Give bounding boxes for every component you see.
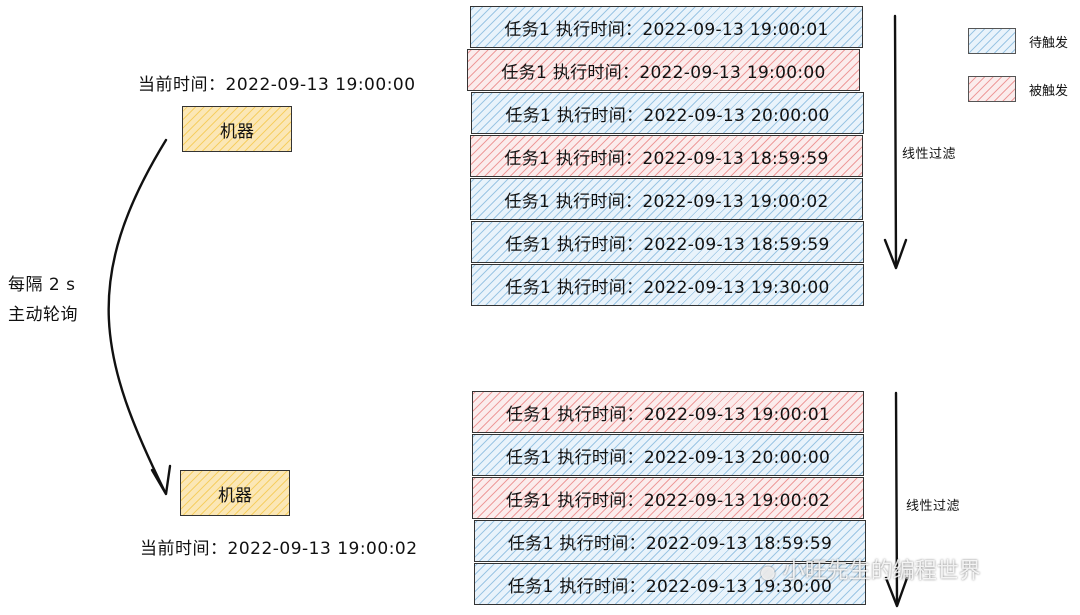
legend-pending-swatch: [968, 28, 1016, 54]
legend-pending-label: 待触发: [1029, 36, 1069, 51]
poll-arrow: [107, 138, 168, 494]
top-current-time: 当前时间：2022-09-13 19:00:00: [138, 75, 416, 95]
top-task-row: 任务1 执行时间：2022-09-13 19:30:00: [471, 264, 864, 306]
legend-fired-label: 被触发: [1029, 84, 1069, 99]
watermark-text: 小旺先生的编程世界: [782, 559, 981, 584]
bottom-filter-label: 线性过滤: [906, 499, 961, 514]
bottom-task-label: 任务1 执行时间：2022-09-13 19:00:02: [505, 490, 831, 511]
legend-fired-swatch: [968, 76, 1016, 102]
top-task-row: 任务1 执行时间：2022-09-13 19:00:02: [470, 178, 863, 220]
bottom-task-label: 任务1 执行时间：2022-09-13 20:00:00: [505, 447, 831, 468]
bottom-task-label: 任务1 执行时间：2022-09-13 19:00:01: [505, 404, 831, 425]
poll-interval-label: 每隔 2 s: [8, 275, 76, 295]
top-task-row: 任务1 执行时间：2022-09-13 19:00:00: [467, 49, 860, 91]
top-filter-label: 线性过滤: [902, 147, 957, 162]
top-task-label: 任务1 执行时间：2022-09-13 18:59:59: [505, 234, 830, 255]
bottom-task-label: 任务1 执行时间：2022-09-13 18:59:59: [507, 533, 833, 554]
bottom-current-time: 当前时间：2022-09-13 19:00:02: [140, 539, 418, 559]
wechat-icon: ●: [760, 562, 776, 583]
top-task-label: 任务1 执行时间：2022-09-13 18:59:59: [504, 148, 829, 169]
bottom-task-row: 任务1 执行时间：2022-09-13 19:00:01: [472, 391, 864, 433]
top-task-row: 任务1 执行时间：2022-09-13 18:59:59: [471, 221, 864, 263]
top-filter-arrow: [893, 14, 898, 268]
top-task-label: 任务1 执行时间：2022-09-13 19:30:00: [505, 277, 830, 298]
top-task-row: 任务1 执行时间：2022-09-13 19:00:01: [470, 6, 863, 48]
poll-mode-label: 主动轮询: [8, 305, 78, 325]
top-task-label: 任务1 执行时间：2022-09-13 19:00:00: [501, 62, 826, 83]
top-task-row: 任务1 执行时间：2022-09-13 20:00:00: [471, 92, 864, 134]
top-machine-label: 机器: [220, 121, 254, 142]
top-task-label: 任务1 执行时间：2022-09-13 20:00:00: [505, 105, 830, 126]
bottom-task-row: 任务1 执行时间：2022-09-13 20:00:00: [472, 434, 864, 476]
bottom-machine-box: 机器: [180, 470, 290, 516]
bottom-task-row: 任务1 执行时间：2022-09-13 19:00:02: [472, 477, 864, 519]
bottom-machine-label: 机器: [218, 485, 252, 506]
top-task-label: 任务1 执行时间：2022-09-13 19:00:02: [504, 191, 829, 212]
top-task-label: 任务1 执行时间：2022-09-13 19:00:01: [504, 19, 829, 40]
watermark: ● 小旺先生的编程世界: [760, 553, 981, 585]
top-machine-box: 机器: [182, 106, 292, 152]
top-task-row: 任务1 执行时间：2022-09-13 18:59:59: [470, 135, 863, 177]
